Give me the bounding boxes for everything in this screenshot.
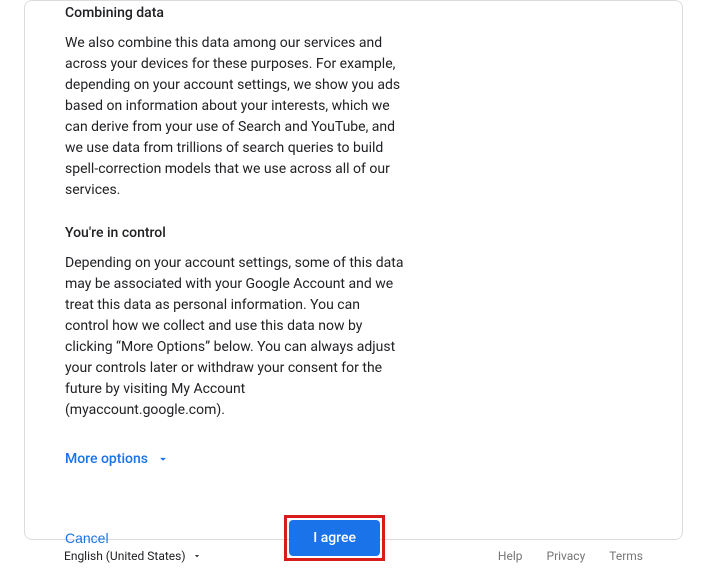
footer-link-help[interactable]: Help — [498, 549, 523, 563]
section-heading-control: You're in control — [65, 225, 405, 241]
footer-link-privacy[interactable]: Privacy — [547, 549, 586, 563]
section-body-combining: We also combine this data among our serv… — [65, 33, 405, 201]
footer-link-terms[interactable]: Terms — [609, 549, 643, 563]
caret-down-icon — [192, 551, 202, 561]
more-options-toggle[interactable]: More options — [65, 451, 170, 467]
content-column: Combining data We also combine this data… — [65, 1, 405, 561]
section-heading-combining: Combining data — [65, 1, 405, 21]
chevron-down-icon — [156, 452, 170, 466]
language-selector[interactable]: English (United States) — [64, 549, 202, 563]
footer-links: Help Privacy Terms — [498, 549, 643, 563]
page-footer: English (United States) Help Privacy Ter… — [24, 549, 683, 563]
more-options-label: More options — [65, 451, 148, 467]
section-body-control: Depending on your account settings, some… — [65, 253, 405, 421]
language-label: English (United States) — [64, 549, 186, 563]
cancel-button[interactable]: Cancel — [65, 530, 109, 546]
signup-card: Combining data We also combine this data… — [24, 0, 683, 540]
